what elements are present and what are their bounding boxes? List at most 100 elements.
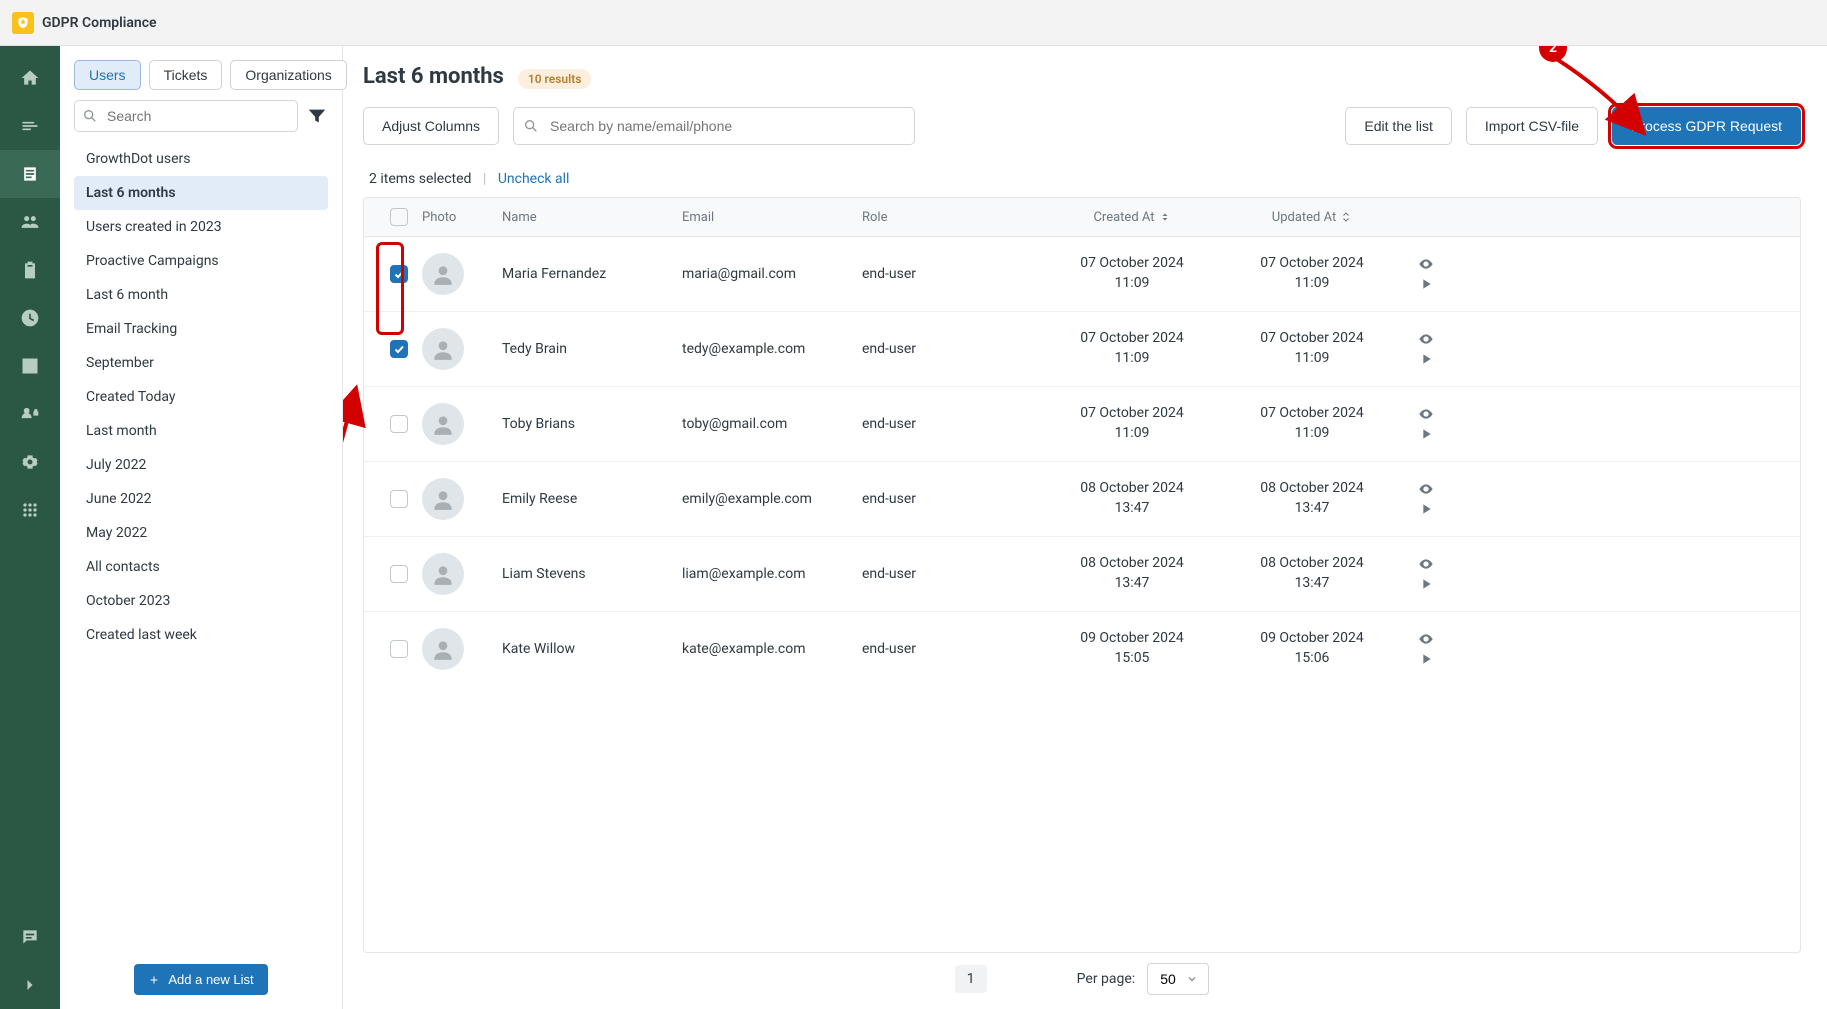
play-icon[interactable] xyxy=(1418,276,1434,292)
row-checkbox[interactable] xyxy=(390,640,408,658)
page-number[interactable]: 1 xyxy=(955,965,987,993)
cell-name: Tedy Brain xyxy=(502,341,682,357)
nav-grid-icon[interactable] xyxy=(0,486,60,534)
uncheck-all-link[interactable]: Uncheck all xyxy=(498,171,570,187)
col-updated-at[interactable]: Updated At xyxy=(1222,210,1402,225)
main-search xyxy=(513,107,915,145)
select-all-checkbox[interactable] xyxy=(390,208,408,226)
col-role[interactable]: Role xyxy=(862,210,1042,225)
nav-users-icon[interactable] xyxy=(0,198,60,246)
sidebar-list-item[interactable]: Last month xyxy=(74,414,328,448)
table-header: Photo Name Email Role Created At Updated… xyxy=(364,198,1800,237)
sidebar: Users Tickets Organizations GrowthDot us… xyxy=(60,46,343,1009)
eye-icon[interactable] xyxy=(1418,556,1434,572)
sidebar-list-item[interactable]: October 2023 xyxy=(74,584,328,618)
nav-home-icon[interactable] xyxy=(0,54,60,102)
sidebar-list-item[interactable]: Created Today xyxy=(74,380,328,414)
row-checkbox[interactable] xyxy=(390,415,408,433)
row-checkbox[interactable] xyxy=(390,340,408,358)
col-created-at[interactable]: Created At xyxy=(1042,210,1222,225)
nav-expand-icon[interactable] xyxy=(0,961,60,1009)
nav-clipboard-icon[interactable] xyxy=(0,246,60,294)
sidebar-list-item[interactable]: All contacts xyxy=(74,550,328,584)
sidebar-list-item[interactable]: Users created in 2023 xyxy=(74,210,328,244)
sidebar-lists: GrowthDot usersLast 6 monthsUsers create… xyxy=(74,142,328,652)
add-list-button[interactable]: Add a new List xyxy=(134,964,267,995)
col-email[interactable]: Email xyxy=(682,210,862,225)
nav-lines-icon[interactable] xyxy=(0,102,60,150)
nav-gear-icon[interactable] xyxy=(0,438,60,486)
per-page-select[interactable]: 50 xyxy=(1147,963,1209,995)
row-checkbox[interactable] xyxy=(390,265,408,283)
cell-updated-at: 07 October 202411:09 xyxy=(1222,254,1402,293)
col-photo[interactable]: Photo xyxy=(422,210,502,225)
nav-clock-icon[interactable] xyxy=(0,294,60,342)
play-icon[interactable] xyxy=(1418,351,1434,367)
cell-name: Kate Willow xyxy=(502,641,682,657)
col-name[interactable]: Name xyxy=(502,210,682,225)
table-row: Liam Stevens liam@example.com end-user 0… xyxy=(364,537,1800,612)
avatar xyxy=(422,328,464,370)
row-checkbox[interactable] xyxy=(390,565,408,583)
search-icon xyxy=(523,118,539,134)
avatar xyxy=(422,403,464,445)
cell-email: emily@example.com xyxy=(682,491,862,507)
sidebar-list-item[interactable]: July 2022 xyxy=(74,448,328,482)
cell-role: end-user xyxy=(862,491,1042,507)
process-gdpr-button[interactable]: Process GDPR Request xyxy=(1612,107,1801,145)
cell-created-at: 08 October 202413:47 xyxy=(1042,479,1222,518)
selection-summary: 2 items selected | Uncheck all xyxy=(363,165,1801,197)
cell-created-at: 07 October 202411:09 xyxy=(1042,329,1222,368)
avatar xyxy=(422,553,464,595)
main-search-input[interactable] xyxy=(513,107,915,145)
play-icon[interactable] xyxy=(1418,576,1434,592)
cell-name: Liam Stevens xyxy=(502,566,682,582)
cell-created-at: 09 October 202415:05 xyxy=(1042,629,1222,668)
segment-organizations[interactable]: Organizations xyxy=(230,60,346,90)
nav-chart-icon[interactable] xyxy=(0,342,60,390)
nav-lock-icon[interactable] xyxy=(0,390,60,438)
segment-tickets[interactable]: Tickets xyxy=(149,60,223,90)
edit-list-button[interactable]: Edit the list xyxy=(1345,107,1451,145)
row-checkbox[interactable] xyxy=(390,490,408,508)
eye-icon[interactable] xyxy=(1418,481,1434,497)
cell-email: toby@gmail.com xyxy=(682,416,862,432)
play-icon[interactable] xyxy=(1418,501,1434,517)
cell-created-at: 07 October 202411:09 xyxy=(1042,404,1222,443)
sidebar-list-item[interactable]: May 2022 xyxy=(74,516,328,550)
topbar: GDPR Compliance xyxy=(0,0,1827,46)
sort-icon xyxy=(1340,211,1352,223)
cell-updated-at: 08 October 202413:47 xyxy=(1222,554,1402,593)
sidebar-list-item[interactable]: September xyxy=(74,346,328,380)
play-icon[interactable] xyxy=(1418,651,1434,667)
page-title: Last 6 months xyxy=(363,64,504,89)
sidebar-list-item[interactable]: June 2022 xyxy=(74,482,328,516)
play-icon[interactable] xyxy=(1418,426,1434,442)
eye-icon[interactable] xyxy=(1418,256,1434,272)
cell-email: liam@example.com xyxy=(682,566,862,582)
sidebar-list-item[interactable]: Last 6 month xyxy=(74,278,328,312)
sidebar-list-item[interactable]: Last 6 months xyxy=(74,176,328,210)
import-csv-button[interactable]: Import CSV-file xyxy=(1466,107,1598,145)
eye-icon[interactable] xyxy=(1418,406,1434,422)
sidebar-list-item[interactable]: Proactive Campaigns xyxy=(74,244,328,278)
cell-updated-at: 07 October 202411:09 xyxy=(1222,329,1402,368)
eye-icon[interactable] xyxy=(1418,331,1434,347)
filter-icon[interactable] xyxy=(306,105,328,127)
cell-email: maria@gmail.com xyxy=(682,266,862,282)
sidebar-list-item[interactable]: GrowthDot users xyxy=(74,142,328,176)
nav-chat-icon[interactable] xyxy=(0,913,60,961)
cell-updated-at: 07 October 202411:09 xyxy=(1222,404,1402,443)
eye-icon[interactable] xyxy=(1418,631,1434,647)
main: Last 6 months 10 results Adjust Columns … xyxy=(343,46,1827,1009)
table-row: Tedy Brain tedy@example.com end-user 07 … xyxy=(364,312,1800,387)
sidebar-list-item[interactable]: Created last week xyxy=(74,618,328,652)
cell-name: Emily Reese xyxy=(502,491,682,507)
cell-role: end-user xyxy=(862,566,1042,582)
adjust-columns-button[interactable]: Adjust Columns xyxy=(363,107,499,145)
nav-doc-icon[interactable] xyxy=(0,150,60,198)
add-list-label: Add a new List xyxy=(168,972,253,987)
sidebar-search-input[interactable] xyxy=(74,100,298,132)
segment-users[interactable]: Users xyxy=(74,60,141,90)
sidebar-list-item[interactable]: Email Tracking xyxy=(74,312,328,346)
